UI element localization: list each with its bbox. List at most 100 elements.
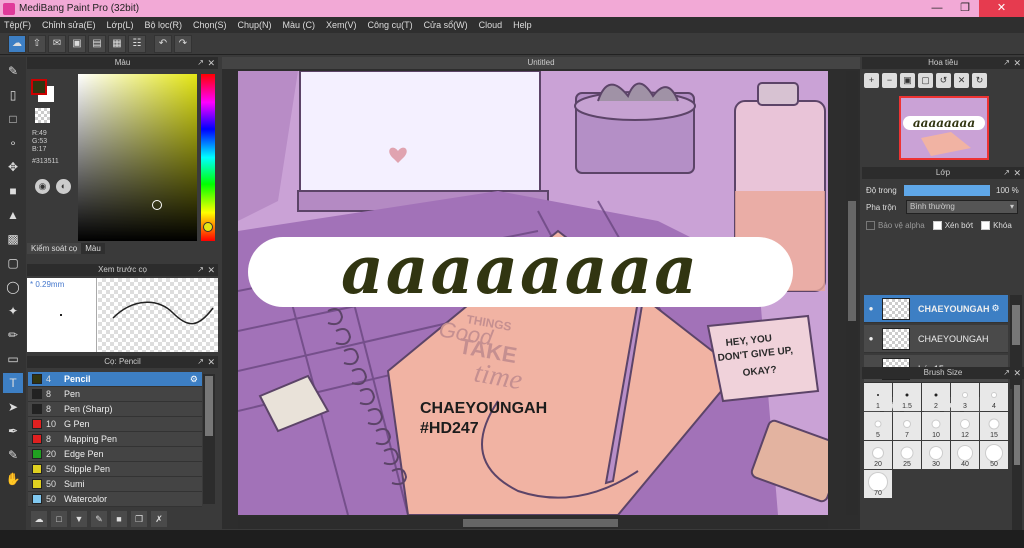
copy-icon[interactable]: ❐ — [131, 511, 147, 527]
brush-size-scrollbar[interactable] — [1012, 383, 1022, 543]
move-tool-icon[interactable]: ✥ — [3, 157, 23, 177]
close-icon[interactable]: ✕ — [1013, 57, 1021, 69]
blend-mode-select[interactable]: Bình thường ▾ — [906, 200, 1018, 214]
brush-size-cell[interactable]: 20 — [864, 441, 892, 469]
zoom-out-icon[interactable]: − — [882, 73, 897, 88]
close-icon[interactable]: ✕ — [207, 57, 215, 69]
rotate-right-icon[interactable]: ↻ — [972, 73, 987, 88]
eraser-tool-icon[interactable]: ▯ — [3, 85, 23, 105]
menu-snap[interactable]: Chụp(N) — [238, 20, 272, 30]
brush-size-cell[interactable]: 15 — [980, 412, 1008, 440]
menu-layer[interactable]: Lớp(L) — [107, 20, 134, 30]
rotate-left-icon[interactable]: ↺ — [936, 73, 951, 88]
maximize-button[interactable]: ❐ — [951, 0, 979, 17]
brush-size-cell[interactable]: 50 — [980, 441, 1008, 469]
close-icon[interactable]: ✕ — [207, 356, 215, 368]
close-icon[interactable]: ✕ — [1013, 367, 1021, 379]
brush-list-scrollbar[interactable] — [203, 374, 215, 504]
fill-rect-tool-icon[interactable]: ■ — [3, 181, 23, 201]
menu-tools[interactable]: Công cụ(T) — [368, 20, 413, 30]
close-icon[interactable]: ✕ — [207, 264, 215, 276]
opacity-slider[interactable] — [904, 185, 990, 196]
close-icon[interactable]: ✕ — [1013, 167, 1021, 179]
text-tool-icon[interactable]: T — [3, 373, 23, 393]
gradient-tool-icon[interactable]: ▩ — [3, 229, 23, 249]
lock-checkbox[interactable] — [981, 221, 991, 230]
brush-size-cell[interactable]: 5 — [864, 412, 892, 440]
popout-icon[interactable]: ↗ — [1003, 167, 1010, 179]
menu-edit[interactable]: Chỉnh sửa(E) — [42, 20, 96, 30]
brush-size-cell[interactable]: 1.5 — [893, 383, 921, 411]
hue-cursor[interactable] — [203, 222, 213, 232]
brush-size-cell[interactable]: 25 — [893, 441, 921, 469]
gear-icon[interactable]: ⚙ — [992, 303, 1000, 314]
hand-tool-icon[interactable]: ✋ — [3, 469, 23, 489]
lasso-tool-icon[interactable]: ◯ — [3, 277, 23, 297]
brush-settings-icon[interactable]: ✎ — [91, 511, 107, 527]
brush-size-cell[interactable]: 3 — [951, 383, 979, 411]
brush-size-cell[interactable]: 30 — [922, 441, 950, 469]
brush-item[interactable]: 50 Sumi — [28, 477, 202, 492]
menu-filter[interactable]: Bộ lọc(R) — [144, 20, 182, 30]
dot-tool-icon[interactable]: ∘ — [3, 133, 23, 153]
magic-wand-icon[interactable]: ✦ — [3, 301, 23, 321]
popout-icon[interactable]: ↗ — [197, 264, 204, 276]
bucket-tool-icon[interactable]: ▲ — [3, 205, 23, 225]
navigator-thumbnail[interactable]: aaaaaaaa — [899, 96, 989, 160]
minimize-button[interactable]: — — [923, 0, 951, 17]
menu-file[interactable]: Tệp(F) — [4, 20, 31, 30]
brush-size-cell[interactable]: 4 — [980, 383, 1008, 411]
menu-view[interactable]: Xem(V) — [326, 20, 357, 30]
brush-size-cell[interactable]: 40 — [951, 441, 979, 469]
grid-icon[interactable]: ☷ — [128, 34, 146, 53]
zoom-in-icon[interactable]: + — [864, 73, 879, 88]
add-brush-icon[interactable]: ▼ — [71, 511, 87, 527]
operation-tool-icon[interactable]: ➤ — [3, 397, 23, 417]
menu-select[interactable]: Chọn(S) — [193, 20, 227, 30]
page-icon[interactable]: ▤ — [88, 34, 106, 53]
page-manage-icon[interactable]: ▦ — [108, 34, 126, 53]
rotate-reset-icon[interactable]: ✕ — [954, 73, 969, 88]
folder-icon[interactable]: ■ — [111, 511, 127, 527]
brush-tool-icon[interactable]: ✎ — [3, 61, 23, 81]
brush-item[interactable]: 50 Watercolor — [28, 492, 202, 507]
color-picker-icon[interactable]: ◐ — [56, 179, 71, 194]
delete-brush-icon[interactable]: ✗ — [151, 511, 167, 527]
brush-item[interactable]: 50 Stipple Pen — [28, 462, 202, 477]
layer-item[interactable]: ● CHAEYOUNGAH ⚙ — [864, 295, 1008, 323]
menu-help[interactable]: Help — [513, 20, 532, 30]
undo-icon[interactable]: ↶ — [154, 34, 172, 53]
select-tool-icon[interactable]: ▢ — [3, 253, 23, 273]
share-icon[interactable]: ⇧ — [28, 34, 46, 53]
redo-icon[interactable]: ↷ — [174, 34, 192, 53]
protect-alpha-checkbox[interactable] — [866, 221, 875, 230]
brush-item[interactable]: 10 G Pen — [28, 417, 202, 432]
eyedropper-icon[interactable]: ✒ — [3, 421, 23, 441]
brush-size-cell[interactable]: 7 — [893, 412, 921, 440]
brush-size-cell[interactable]: 2 — [922, 383, 950, 411]
visibility-icon[interactable]: ● — [864, 304, 878, 313]
brush-size-cell[interactable]: 1 — [864, 383, 892, 411]
artwork-canvas[interactable]: Good THINGS TAKE time HEY, YOU DON'T GIV… — [238, 71, 828, 515]
canvas-tab[interactable]: Untitled — [222, 57, 860, 69]
tab-color[interactable]: Màu — [81, 243, 105, 254]
menu-cloud[interactable]: Cloud — [479, 20, 503, 30]
brush-size-cell[interactable]: 70 — [864, 470, 892, 498]
comment-icon[interactable]: ✉ — [48, 34, 66, 53]
brush-item[interactable]: 8 Pen — [28, 387, 202, 402]
transparent-swatch[interactable] — [35, 108, 50, 123]
popout-icon[interactable]: ↗ — [1003, 367, 1010, 379]
menu-color[interactable]: Màu (C) — [283, 20, 316, 30]
select-eraser-icon[interactable]: ▭ — [3, 349, 23, 369]
brush-item[interactable]: 20 Edge Pen — [28, 447, 202, 462]
menu-window[interactable]: Cửa sổ(W) — [424, 20, 468, 30]
select-pen-icon[interactable]: ✏ — [3, 325, 23, 345]
brush-item[interactable]: 8 Mapping Pen — [28, 432, 202, 447]
sv-cursor[interactable] — [152, 200, 162, 210]
close-button[interactable]: ✕ — [979, 0, 1024, 17]
fit-window-icon[interactable]: ▣ — [900, 73, 915, 88]
popout-icon[interactable]: ↗ — [1003, 57, 1010, 69]
actual-size-icon[interactable]: ▢ — [918, 73, 933, 88]
cloud-brush-icon[interactable]: ☁ — [31, 511, 47, 527]
layer-item[interactable]: ● CHAEYOUNGAH — [864, 325, 1008, 353]
